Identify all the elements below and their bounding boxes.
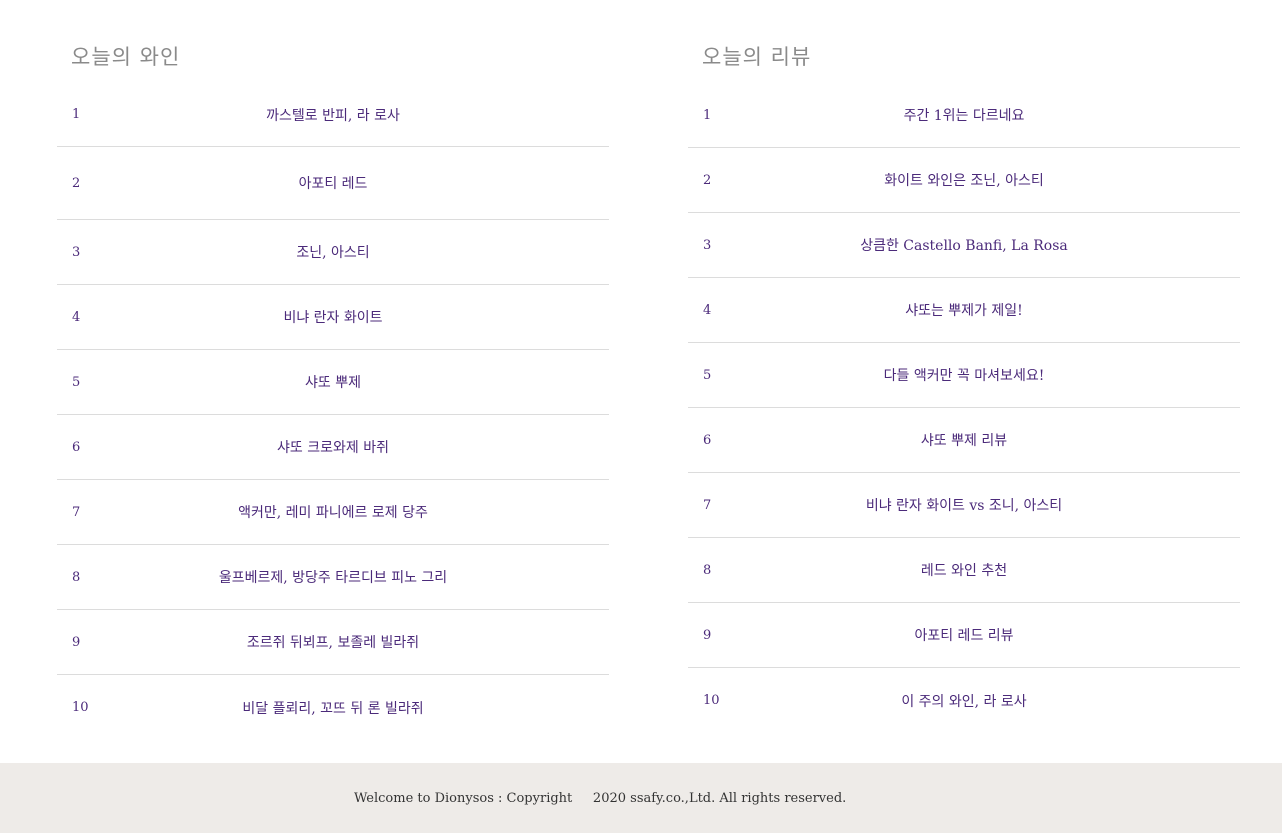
wine-ranking-row[interactable]: 4 비냐 란자 화이트 bbox=[57, 285, 609, 350]
rank-number: 9 bbox=[703, 627, 712, 643]
review-ranking-section: 오늘의 리뷰 1 주간 1위는 다르네요 2 화이트 와인은 조닌, 아스티 3 상큼한 … bbox=[688, 40, 1240, 733]
rank-number: 1 bbox=[703, 107, 712, 123]
wine-ranking-row[interactable]: 10 비달 플뢰리, 꼬뜨 뒤 론 빌라쥐 bbox=[57, 675, 609, 740]
review-ranking-row[interactable]: 3 상큼한 Castello Banfi, La Rosa bbox=[688, 213, 1240, 278]
rank-item-link[interactable]: 다들 액커만 꼭 마셔보세요! bbox=[728, 365, 1240, 385]
rank-number: 7 bbox=[72, 504, 81, 520]
wine-ranking-row[interactable]: 7 액커만, 레미 파니에르 로제 당주 bbox=[57, 480, 609, 545]
rank-item-link[interactable]: 상큼한 Castello Banfi, La Rosa bbox=[728, 235, 1240, 255]
rank-item-link[interactable]: 비냐 란자 화이트 bbox=[97, 307, 609, 327]
rank-number: 5 bbox=[703, 367, 712, 383]
rank-item-link[interactable]: 이 주의 와인, 라 로사 bbox=[728, 691, 1240, 711]
footer-copyright: Welcome to Dionysos : Copyright 2020 ssa… bbox=[354, 791, 847, 806]
rank-number: 7 bbox=[703, 497, 712, 513]
rank-item-link[interactable]: 까스텔로 반피, 라 로사 bbox=[97, 105, 609, 125]
rank-number: 8 bbox=[703, 562, 712, 578]
rank-item-link[interactable]: 샤또는 뿌제가 제일! bbox=[728, 300, 1240, 320]
review-ranking-row[interactable]: 5 다들 액커만 꼭 마셔보세요! bbox=[688, 343, 1240, 408]
rank-number: 2 bbox=[703, 172, 712, 188]
wine-ranking-row[interactable]: 2 아포티 레드 bbox=[57, 147, 609, 220]
rank-number: 4 bbox=[703, 302, 712, 318]
rank-number: 4 bbox=[72, 309, 81, 325]
rank-item-link[interactable]: 주간 1위는 다르네요 bbox=[728, 105, 1240, 125]
rank-number: 3 bbox=[703, 237, 712, 253]
review-ranking-list: 1 주간 1위는 다르네요 2 화이트 와인은 조닌, 아스티 3 상큼한 Castell… bbox=[688, 83, 1240, 733]
rank-number: 8 bbox=[72, 569, 81, 585]
rank-number: 9 bbox=[72, 634, 81, 650]
review-ranking-row[interactable]: 8 레드 와인 추천 bbox=[688, 538, 1240, 603]
rank-item-link[interactable]: 샤또 크로와제 바쥐 bbox=[97, 437, 609, 457]
review-ranking-row[interactable]: 1 주간 1위는 다르네요 bbox=[688, 83, 1240, 148]
rank-number: 2 bbox=[72, 175, 81, 191]
rank-number: 6 bbox=[703, 432, 712, 448]
wine-ranking-row[interactable]: 6 샤또 크로와제 바쥐 bbox=[57, 415, 609, 480]
rank-item-link[interactable]: 아포티 레드 리뷰 bbox=[728, 625, 1240, 645]
rank-item-link[interactable]: 아포티 레드 bbox=[97, 173, 609, 193]
review-ranking-row[interactable]: 2 화이트 와인은 조닌, 아스티 bbox=[688, 148, 1240, 213]
rank-item-link[interactable]: 울프베르제, 방당주 타르디브 피노 그리 bbox=[97, 567, 609, 587]
wine-ranking-row[interactable]: 5 샤또 뿌제 bbox=[57, 350, 609, 415]
rank-number: 5 bbox=[72, 374, 81, 390]
rank-item-link[interactable]: 비냐 란자 화이트 vs 조니, 아스티 bbox=[728, 495, 1240, 515]
rank-item-link[interactable]: 조르쥐 뒤뵈프, 보졸레 빌라쥐 bbox=[97, 632, 609, 652]
wine-ranking-row[interactable]: 1 까스텔로 반피, 라 로사 bbox=[57, 83, 609, 147]
wine-ranking-list: 1 까스텔로 반피, 라 로사 2 아포티 레드 3 조닌, 아스티 4 비냐 란자 화이트 5… bbox=[57, 83, 609, 740]
wine-ranking-title: 오늘의 와인 bbox=[71, 45, 181, 69]
page-footer: Welcome to Dionysos : Copyright 2020 ssa… bbox=[0, 763, 1282, 833]
rank-number: 6 bbox=[72, 439, 81, 455]
review-ranking-row[interactable]: 6 샤또 뿌제 리뷰 bbox=[688, 408, 1240, 473]
review-ranking-row[interactable]: 10 이 주의 와인, 라 로사 bbox=[688, 668, 1240, 733]
review-ranking-row[interactable]: 7 비냐 란자 화이트 vs 조니, 아스티 bbox=[688, 473, 1240, 538]
rank-number: 3 bbox=[72, 244, 81, 260]
rank-item-link[interactable]: 액커만, 레미 파니에르 로제 당주 bbox=[97, 502, 609, 522]
rank-number: 10 bbox=[72, 700, 89, 715]
rank-number: 10 bbox=[703, 693, 720, 708]
rank-item-link[interactable]: 조닌, 아스티 bbox=[97, 242, 609, 262]
rank-number: 1 bbox=[72, 107, 81, 122]
rank-item-link[interactable]: 화이트 와인은 조닌, 아스티 bbox=[728, 170, 1240, 190]
review-ranking-title: 오늘의 리뷰 bbox=[702, 45, 812, 69]
rank-item-link[interactable]: 샤또 뿌제 bbox=[97, 372, 609, 392]
review-ranking-row[interactable]: 9 아포티 레드 리뷰 bbox=[688, 603, 1240, 668]
wine-ranking-row[interactable]: 3 조닌, 아스티 bbox=[57, 220, 609, 285]
rank-item-link[interactable]: 샤또 뿌제 리뷰 bbox=[728, 430, 1240, 450]
wine-ranking-section: 오늘의 와인 1 까스텔로 반피, 라 로사 2 아포티 레드 3 조닌, 아스티 4 비냐 … bbox=[57, 40, 609, 740]
rank-item-link[interactable]: 비달 플뢰리, 꼬뜨 뒤 론 빌라쥐 bbox=[97, 698, 609, 718]
wine-ranking-row[interactable]: 8 울프베르제, 방당주 타르디브 피노 그리 bbox=[57, 545, 609, 610]
review-ranking-row[interactable]: 4 샤또는 뿌제가 제일! bbox=[688, 278, 1240, 343]
rank-item-link[interactable]: 레드 와인 추천 bbox=[728, 560, 1240, 580]
wine-ranking-row[interactable]: 9 조르쥐 뒤뵈프, 보졸레 빌라쥐 bbox=[57, 610, 609, 675]
